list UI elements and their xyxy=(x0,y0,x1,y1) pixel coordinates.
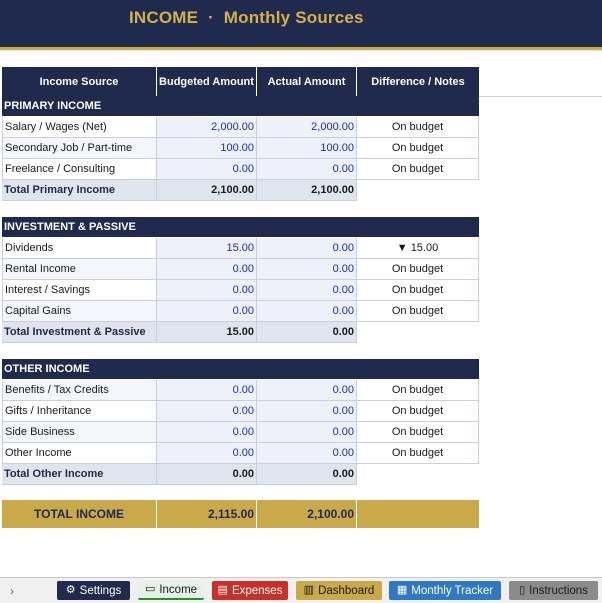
actual-amount-cell[interactable]: 0.00 xyxy=(257,280,357,301)
actual-amount-cell[interactable]: 0.00 xyxy=(257,422,357,443)
difference-note-cell[interactable]: On budget xyxy=(357,443,479,464)
difference-note-cell[interactable]: On budget xyxy=(357,380,479,401)
budgeted-amount-cell[interactable]: 0.00 xyxy=(157,380,257,401)
difference-note-cell[interactable]: On budget xyxy=(357,401,479,422)
tab-instructions[interactable]: ▯ Instructions xyxy=(509,581,598,600)
budgeted-amount-cell[interactable]: 2,000.00 xyxy=(157,117,257,138)
section-title-primary-income[interactable]: PRIMARY INCOME xyxy=(2,96,479,116)
section-title-investment-passive[interactable]: INVESTMENT & PASSIVE xyxy=(2,217,479,237)
difference-note-cell[interactable]: On budget xyxy=(357,138,479,159)
actual-amount-cell[interactable]: 0.00 xyxy=(257,380,357,401)
actual-amount-cell[interactable]: 0.00 xyxy=(257,443,357,464)
title-underline xyxy=(0,50,602,51)
total-budgeted-cell[interactable]: 0.00 xyxy=(157,464,257,485)
total-label-cell[interactable]: Total Primary Income xyxy=(2,180,157,201)
calendar-icon: ▦ xyxy=(396,584,408,596)
income-source-cell[interactable]: Rental Income xyxy=(2,259,157,280)
tab-label: Monthly Tracker xyxy=(411,584,494,597)
actual-amount-cell[interactable]: 0.00 xyxy=(257,238,357,259)
total-actual-cell[interactable]: 2,100.00 xyxy=(257,180,357,201)
column-header-income-source[interactable]: Income Source xyxy=(2,67,157,96)
tab-expenses[interactable]: ▤ Expenses xyxy=(212,581,288,600)
column-header-difference[interactable]: Difference / Notes xyxy=(357,67,479,96)
budgeted-amount-cell[interactable]: 0.00 xyxy=(157,259,257,280)
budgeted-amount-cell[interactable]: 100.00 xyxy=(157,138,257,159)
total-budgeted-cell[interactable]: 15.00 xyxy=(157,322,257,343)
tab-dashboard[interactable]: ▥ Dashboard xyxy=(296,581,382,600)
grand-total-note[interactable] xyxy=(357,500,479,528)
tab-label: Instructions xyxy=(529,584,588,597)
income-source-cell[interactable]: Side Business xyxy=(2,422,157,443)
total-actual-cell[interactable]: 0.00 xyxy=(257,322,357,343)
income-source-cell[interactable]: Benefits / Tax Credits xyxy=(2,380,157,401)
grand-total-label[interactable]: TOTAL INCOME xyxy=(2,500,157,528)
title-banner: INCOME · Monthly Sources xyxy=(0,0,602,47)
difference-note-cell[interactable]: On budget xyxy=(357,117,479,138)
income-source-cell[interactable]: Interest / Savings xyxy=(2,280,157,301)
budgeted-amount-cell[interactable]: 0.00 xyxy=(157,301,257,322)
budgeted-amount-cell[interactable]: 15.00 xyxy=(157,238,257,259)
actual-amount-cell[interactable]: 0.00 xyxy=(257,259,357,280)
total-label-cell[interactable]: Total Investment & Passive xyxy=(2,322,157,343)
difference-note-cell[interactable]: On budget xyxy=(357,259,479,280)
income-source-cell[interactable]: Other Income xyxy=(2,443,157,464)
grand-total-actual[interactable]: 2,100.00 xyxy=(257,500,357,528)
difference-note-cell[interactable]: On budget xyxy=(357,422,479,443)
book-icon: ▯ xyxy=(519,584,526,596)
budgeted-amount-cell[interactable]: 0.00 xyxy=(157,280,257,301)
budgeted-amount-cell[interactable]: 0.00 xyxy=(157,443,257,464)
cell-border-line xyxy=(479,96,602,97)
section-title-other-income[interactable]: OTHER INCOME xyxy=(2,359,479,379)
tab-label: Expenses xyxy=(231,584,283,597)
receipt-icon: ▤ xyxy=(217,584,228,596)
page-title: INCOME · Monthly Sources xyxy=(129,8,364,27)
gear-icon: ⚙ xyxy=(65,584,76,596)
difference-note-cell[interactable]: On budget xyxy=(357,301,479,322)
bar-chart-icon: ▥ xyxy=(303,584,315,596)
actual-amount-cell[interactable]: 100.00 xyxy=(257,138,357,159)
tab-scroll-right-icon[interactable]: › xyxy=(10,584,14,598)
column-header-budgeted[interactable]: Budgeted Amount xyxy=(157,67,257,96)
income-source-cell[interactable]: Salary / Wages (Net) xyxy=(2,117,157,138)
column-header-actual[interactable]: Actual Amount xyxy=(257,67,357,96)
income-source-cell[interactable]: Gifts / Inheritance xyxy=(2,401,157,422)
budgeted-amount-cell[interactable]: 0.00 xyxy=(157,422,257,443)
actual-amount-cell[interactable]: 0.00 xyxy=(257,159,357,180)
tab-income[interactable]: ▭ Income xyxy=(138,581,204,600)
total-budgeted-cell[interactable]: 2,100.00 xyxy=(157,180,257,201)
tab-monthly-tracker[interactable]: ▦ Monthly Tracker xyxy=(389,581,501,600)
actual-amount-cell[interactable]: 0.00 xyxy=(257,301,357,322)
total-label-cell[interactable]: Total Other Income xyxy=(2,464,157,485)
actual-amount-cell[interactable]: 2,000.00 xyxy=(257,117,357,138)
budgeted-amount-cell[interactable]: 0.00 xyxy=(157,401,257,422)
cash-stack-icon: ▭ xyxy=(144,583,156,595)
tab-label: Settings xyxy=(79,584,122,597)
sheet-tab-bar: › ⚙ Settings ▭ Income ▤ Expenses ▥ Dashb… xyxy=(0,577,602,603)
actual-amount-cell[interactable]: 0.00 xyxy=(257,401,357,422)
budgeted-amount-cell[interactable]: 0.00 xyxy=(157,159,257,180)
tab-label: Income xyxy=(159,583,198,596)
income-source-cell[interactable]: Freelance / Consulting xyxy=(2,159,157,180)
income-source-cell[interactable]: Capital Gains xyxy=(2,301,157,322)
tab-label: Dashboard xyxy=(318,584,375,597)
difference-note-cell[interactable]: On budget xyxy=(357,280,479,301)
tab-settings[interactable]: ⚙ Settings xyxy=(57,581,130,600)
income-source-cell[interactable]: Dividends xyxy=(2,238,157,259)
total-actual-cell[interactable]: 0.00 xyxy=(257,464,357,485)
grand-total-budgeted[interactable]: 2,115.00 xyxy=(157,500,257,528)
difference-note-cell[interactable]: ▼ 15.00 xyxy=(357,238,479,259)
income-source-cell[interactable]: Secondary Job / Part-time xyxy=(2,138,157,159)
difference-note-cell[interactable]: On budget xyxy=(357,159,479,180)
